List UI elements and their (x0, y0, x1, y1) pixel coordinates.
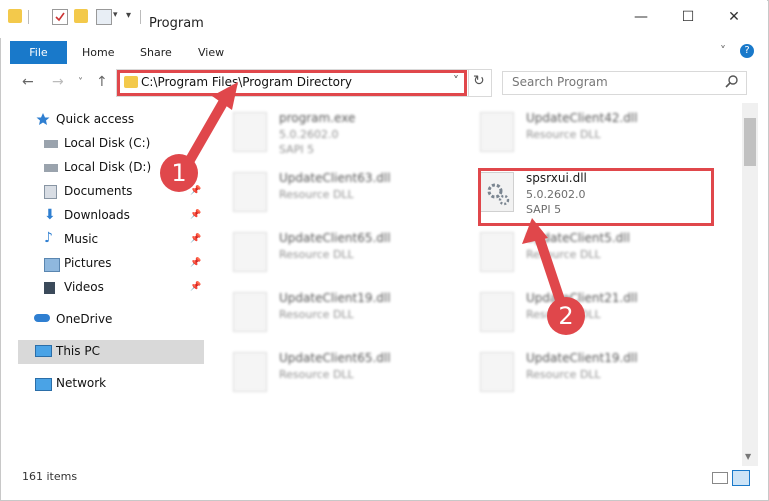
step-2-badge: 2 (547, 297, 585, 335)
details-view-icon[interactable] (712, 472, 728, 484)
item-count: 161 items (22, 470, 78, 483)
step-1-badge: 1 (160, 154, 198, 192)
large-icons-view-icon[interactable] (732, 470, 750, 486)
annotation-arrows (185, 82, 565, 305)
